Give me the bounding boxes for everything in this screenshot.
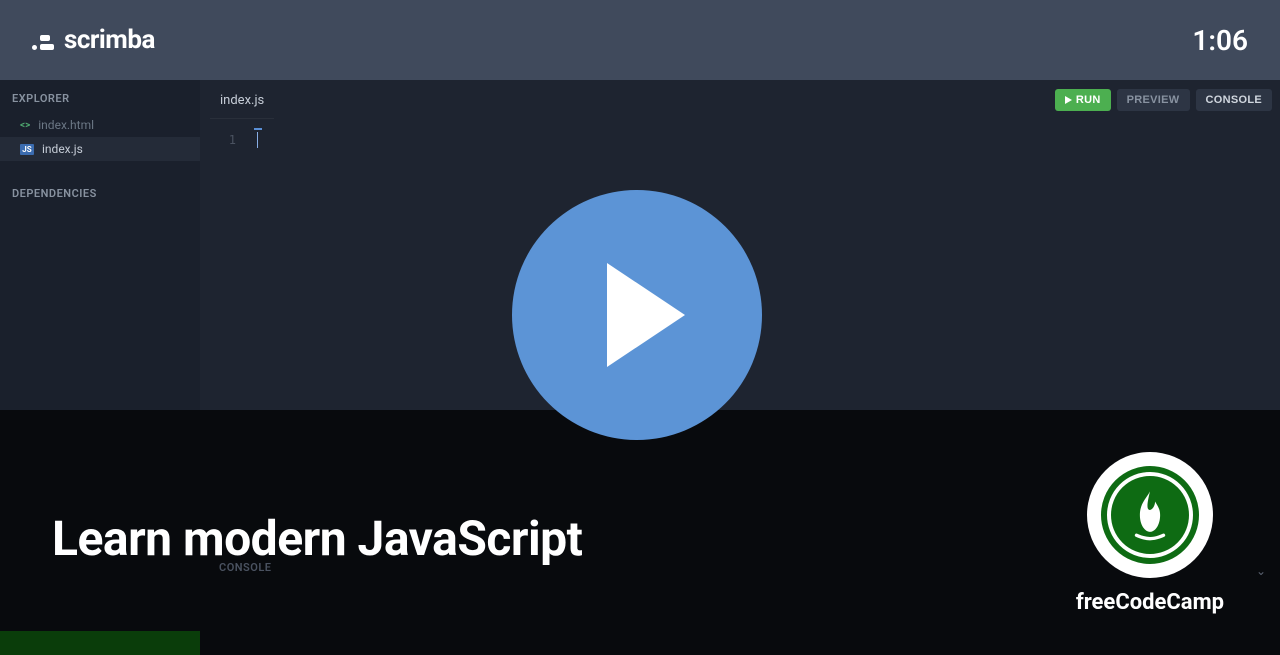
brand-name: scrimba (64, 25, 155, 55)
play-button[interactable] (512, 190, 762, 440)
file-label: index.html (38, 118, 94, 132)
author-badge[interactable]: freeCodeCamp (1076, 452, 1224, 615)
code-content[interactable] (250, 130, 1280, 410)
file-item-index-js[interactable]: JS index.js (0, 137, 200, 161)
file-item-index-html[interactable]: <> index.html (0, 113, 200, 137)
toolbar-buttons: RUN PREVIEW CONSOLE (1055, 89, 1272, 111)
author-name: freeCodeCamp (1076, 590, 1224, 615)
header: scrimba 1:06 (0, 0, 1280, 80)
chevron-down-icon[interactable]: ⌄ (1256, 564, 1266, 578)
explorer-heading: EXPLORER (0, 80, 200, 113)
course-title: Learn modern JavaScript (52, 510, 582, 567)
play-icon (1065, 96, 1072, 104)
preview-label: PREVIEW (1127, 94, 1180, 106)
run-button[interactable]: RUN (1055, 89, 1111, 111)
sidebar: EXPLORER <> index.html JS index.js DEPEN… (0, 80, 200, 410)
file-label: index.js (42, 142, 83, 156)
dependencies-heading: DEPENDENCIES (0, 175, 200, 208)
tab-label: index.js (220, 93, 264, 108)
video-progress-bar[interactable] (0, 631, 200, 655)
console-button[interactable]: CONSOLE (1196, 89, 1273, 111)
play-icon (607, 263, 685, 367)
line-gutter: 1 (200, 130, 250, 410)
console-label: CONSOLE (1206, 94, 1263, 106)
scrimba-logo-icon (32, 30, 54, 50)
editor-toolbar: index.js RUN PREVIEW CONSOLE (200, 80, 1280, 120)
video-timer: 1:06 (1192, 24, 1248, 57)
js-file-icon: JS (20, 144, 34, 155)
brand-logo[interactable]: scrimba (32, 25, 155, 55)
run-label: RUN (1076, 94, 1101, 106)
html-file-icon: <> (20, 120, 30, 131)
console-panel-label: CONSOLE (219, 561, 272, 574)
tab-index-js[interactable]: index.js (200, 83, 284, 118)
line-number: 1 (200, 130, 236, 150)
preview-button[interactable]: PREVIEW (1117, 89, 1190, 111)
author-avatar (1087, 452, 1213, 578)
